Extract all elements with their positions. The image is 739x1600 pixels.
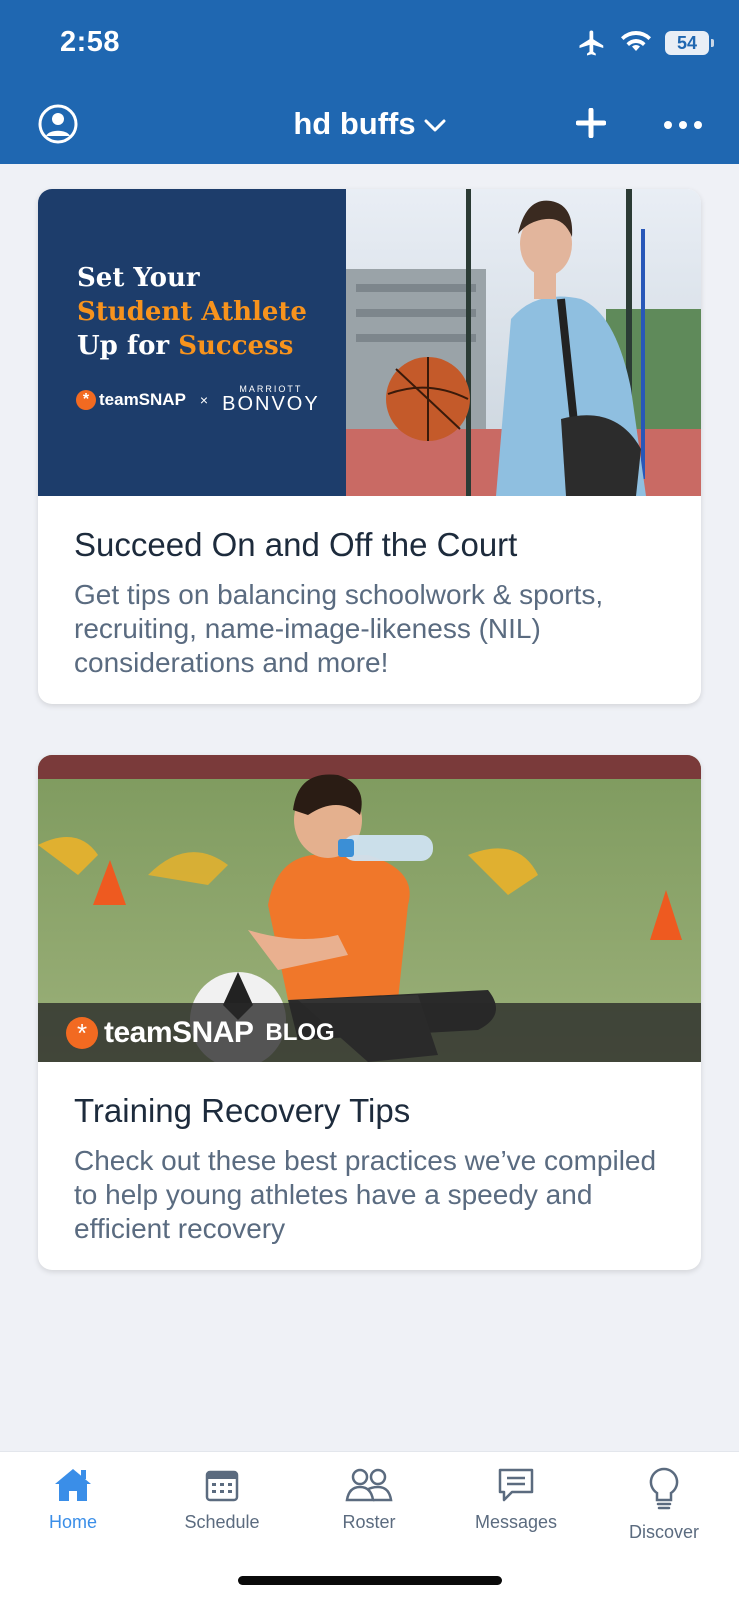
banner-promo-panel: Set Your Student Athlete Up for Success … <box>38 189 346 496</box>
wifi-icon <box>621 31 651 51</box>
card-description: Check out these best practices we’ve com… <box>74 1145 657 1244</box>
article-card-student-athlete[interactable]: Set Your Student Athlete Up for Success … <box>38 189 701 704</box>
card-description: Get tips on balancing schoolwork & sport… <box>74 579 604 678</box>
blog-label: BLOG <box>265 1018 335 1046</box>
bonvoy-logo: MARRIOTT BONVOY <box>222 384 320 415</box>
tab-home[interactable]: Home <box>3 1466 143 1533</box>
team-name: hd buffs <box>293 106 416 141</box>
nav-row: hd buffs <box>0 100 739 150</box>
card-title: Succeed On and Off the Court <box>74 526 518 563</box>
more-options-icon[interactable] <box>663 120 703 130</box>
tab-schedule[interactable]: Schedule <box>152 1466 292 1533</box>
battery-icon: 54 <box>665 31 714 55</box>
home-icon <box>55 1469 91 1501</box>
student-athlete-photo <box>346 189 701 496</box>
people-icon <box>345 1468 393 1502</box>
status-icons: 54 <box>577 28 714 58</box>
card-banner-recovery: * teamSNAP BLOG <box>38 755 701 1062</box>
teamsnap-blog-strip: * teamSNAP BLOG <box>38 1003 701 1062</box>
tab-discover[interactable]: Discover <box>594 1466 734 1543</box>
lightbulb-icon <box>649 1467 679 1510</box>
card-title: Training Recovery Tips <box>74 1092 411 1129</box>
teamsnap-logo: * teamSNAP <box>76 389 186 410</box>
article-card-recovery[interactable]: * teamSNAP BLOG Training Recovery Tips C… <box>38 755 701 1270</box>
card-banner-student-athlete: Set Your Student Athlete Up for Success … <box>38 189 701 496</box>
card-body: Succeed On and Off the Court Get tips on… <box>38 496 701 680</box>
status-time: 2:58 <box>60 26 121 58</box>
chevron-down-icon <box>424 119 446 132</box>
chat-icon <box>498 1468 534 1502</box>
banner-headline: Set Your Student Athlete Up for Success <box>77 263 307 361</box>
partner-logos: * teamSNAP × MARRIOTT BONVOY <box>76 385 320 414</box>
teamsnap-star-icon: * <box>66 1016 98 1049</box>
calendar-icon <box>205 1470 239 1502</box>
tab-messages[interactable]: Messages <box>446 1466 586 1533</box>
teamsnap-wordmark: teamSNAP <box>104 1015 254 1049</box>
airplane-icon <box>579 30 604 56</box>
home-indicator <box>238 1576 502 1585</box>
tab-roster[interactable]: Roster <box>299 1466 439 1533</box>
team-switcher[interactable]: hd buffs <box>0 106 739 142</box>
app-header: 2:58 54 hd buffs <box>0 0 739 164</box>
card-body: Training Recovery Tips Check out these b… <box>38 1062 701 1246</box>
plus-icon[interactable] <box>576 108 606 138</box>
